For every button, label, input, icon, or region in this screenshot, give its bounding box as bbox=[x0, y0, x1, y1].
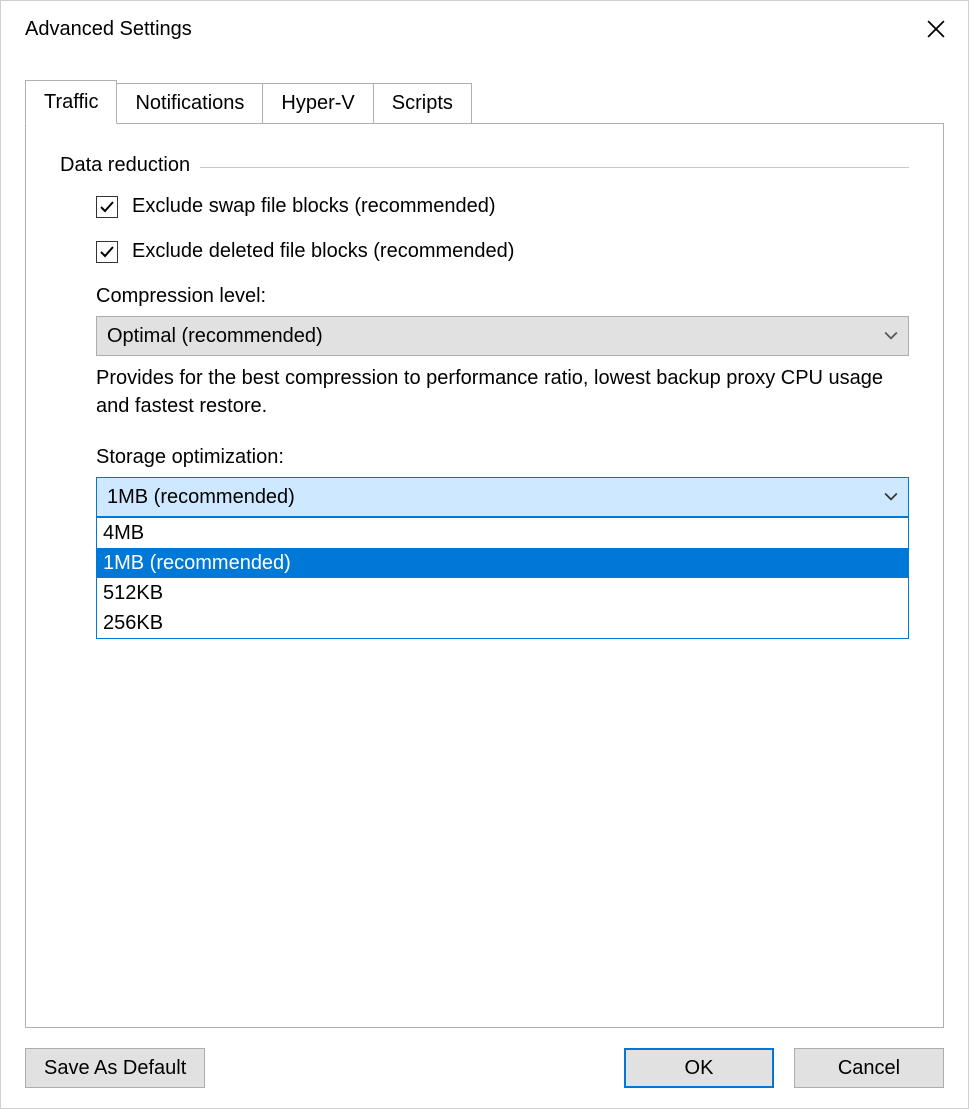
storage-option-256kb[interactable]: 256KB bbox=[97, 608, 908, 638]
checkbox-label: Exclude deleted file blocks (recommended… bbox=[132, 240, 514, 263]
storage-option-512kb[interactable]: 512KB bbox=[97, 578, 908, 608]
compression-dropdown[interactable]: Optimal (recommended) bbox=[96, 316, 909, 356]
storage-dropdown[interactable]: 1MB (recommended) bbox=[96, 477, 909, 517]
window-title: Advanced Settings bbox=[25, 18, 912, 41]
cancel-button[interactable]: Cancel bbox=[794, 1048, 944, 1088]
group-title: Data reduction bbox=[60, 154, 190, 177]
tab-label: Notifications bbox=[135, 92, 244, 115]
compression-help: Provides for the best compression to per… bbox=[96, 364, 909, 420]
button-label: Save As Default bbox=[44, 1057, 186, 1080]
checkbox-row-deleted: Exclude deleted file blocks (recommended… bbox=[96, 240, 909, 263]
storage-label: Storage optimization: bbox=[96, 446, 909, 469]
advanced-settings-dialog: Advanced Settings Traffic Notifications … bbox=[0, 0, 969, 1109]
tab-scripts[interactable]: Scripts bbox=[373, 83, 472, 123]
option-label: 1MB (recommended) bbox=[103, 552, 291, 575]
tab-label: Hyper-V bbox=[281, 92, 354, 115]
close-button[interactable] bbox=[912, 5, 960, 53]
button-label: OK bbox=[685, 1057, 714, 1080]
chevron-down-icon bbox=[884, 490, 898, 504]
checkbox-row-swap: Exclude swap file blocks (recommended) bbox=[96, 195, 909, 218]
compression-value: Optimal (recommended) bbox=[107, 325, 323, 348]
checkbox-label: Exclude swap file blocks (recommended) bbox=[132, 195, 496, 218]
chevron-down-icon bbox=[884, 329, 898, 343]
dialog-footer: Save As Default OK Cancel bbox=[1, 1028, 968, 1108]
tab-traffic[interactable]: Traffic bbox=[25, 80, 117, 124]
storage-value: 1MB (recommended) bbox=[107, 486, 295, 509]
checkbox-exclude-swap[interactable] bbox=[96, 196, 118, 218]
titlebar: Advanced Settings bbox=[1, 1, 968, 57]
storage-dropdown-wrap: 1MB (recommended) 4MB 1MB (recommended) … bbox=[96, 477, 909, 517]
group-divider bbox=[200, 167, 909, 168]
check-icon bbox=[99, 199, 115, 215]
compression-label: Compression level: bbox=[96, 285, 909, 308]
client-area: Traffic Notifications Hyper-V Scripts Da… bbox=[1, 57, 968, 1028]
save-as-default-button[interactable]: Save As Default bbox=[25, 1048, 205, 1088]
option-label: 512KB bbox=[103, 582, 163, 605]
tab-label: Traffic bbox=[44, 91, 98, 114]
check-icon bbox=[99, 244, 115, 260]
tabpanel-traffic: Data reduction Exclude swap file blocks … bbox=[25, 123, 944, 1028]
checkbox-exclude-deleted[interactable] bbox=[96, 241, 118, 263]
tab-hyperv[interactable]: Hyper-V bbox=[262, 83, 373, 123]
close-icon bbox=[927, 20, 945, 38]
tab-label: Scripts bbox=[392, 92, 453, 115]
tabstrip: Traffic Notifications Hyper-V Scripts bbox=[25, 81, 944, 123]
storage-option-1mb[interactable]: 1MB (recommended) bbox=[97, 548, 908, 578]
storage-option-4mb[interactable]: 4MB bbox=[97, 518, 908, 548]
button-label: Cancel bbox=[838, 1057, 900, 1080]
storage-dropdown-list: 4MB 1MB (recommended) 512KB 256KB bbox=[96, 517, 909, 639]
option-label: 4MB bbox=[103, 522, 144, 545]
tab-notifications[interactable]: Notifications bbox=[116, 83, 263, 123]
ok-button[interactable]: OK bbox=[624, 1048, 774, 1088]
group-header: Data reduction bbox=[60, 154, 909, 177]
option-label: 256KB bbox=[103, 612, 163, 635]
